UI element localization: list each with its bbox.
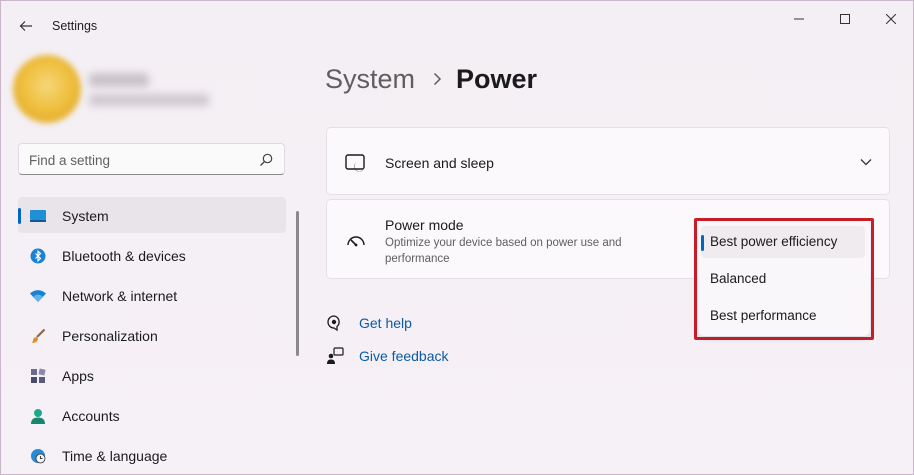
globe-clock-icon (29, 447, 47, 465)
screen-sleep-icon (345, 152, 367, 174)
sidebar-item-label: System (62, 208, 109, 224)
page-title: Power (456, 63, 538, 94)
profile-name-redacted (89, 73, 149, 87)
chevron-right-icon (433, 72, 442, 86)
search-box[interactable] (18, 143, 285, 175)
active-indicator (18, 208, 21, 224)
sidebar-item-bluetooth[interactable]: Bluetooth & devices (18, 237, 286, 273)
card-title: Power mode (385, 217, 464, 233)
sidebar-item-label: Accounts (62, 408, 120, 424)
sidebar-item-system[interactable]: System (18, 197, 286, 233)
profile-email-redacted (89, 94, 209, 106)
minimize-button[interactable] (776, 7, 822, 31)
bluetooth-icon (29, 247, 47, 265)
option-label: Balanced (710, 271, 767, 286)
breadcrumb-parent[interactable]: System (325, 64, 415, 95)
sidebar-item-label: Bluetooth & devices (62, 248, 186, 264)
maximize-icon (840, 14, 850, 24)
screen-sleep-card[interactable]: Screen and sleep (326, 127, 890, 195)
dropdown-option-best-performance[interactable]: Best performance (701, 300, 865, 332)
sidebar-item-accounts[interactable]: Accounts (18, 397, 286, 433)
back-button[interactable] (13, 13, 39, 39)
sidebar-item-label: Apps (62, 368, 94, 384)
get-help-link[interactable]: Get help (326, 313, 412, 333)
give-feedback-label[interactable]: Give feedback (359, 348, 449, 364)
get-help-label[interactable]: Get help (359, 315, 412, 331)
accounts-icon (29, 407, 47, 425)
maximize-button[interactable] (822, 7, 868, 31)
power-mode-dropdown[interactable]: Best power efficiency Balanced Best perf… (698, 222, 870, 336)
search-input[interactable] (29, 150, 249, 170)
wifi-icon (29, 287, 47, 305)
give-feedback-link[interactable]: Give feedback (326, 346, 449, 366)
app-title: Settings (52, 19, 98, 33)
sidebar-item-label: Time & language (62, 448, 168, 464)
breadcrumb: System Power (325, 59, 537, 99)
dropdown-option-balanced[interactable]: Balanced (701, 263, 865, 295)
search-icon[interactable] (258, 152, 274, 168)
card-title: Screen and sleep (385, 155, 494, 171)
sidebar-item-apps[interactable]: Apps (18, 357, 286, 393)
chevron-down-icon[interactable] (859, 155, 873, 169)
gauge-icon (345, 230, 367, 252)
sidebar-nav: System Bluetooth & devices Network & int… (18, 197, 286, 475)
avatar[interactable] (13, 55, 81, 123)
dropdown-option-best-power-efficiency[interactable]: Best power efficiency (701, 226, 865, 258)
selected-indicator (701, 235, 704, 251)
close-icon (886, 14, 896, 24)
apps-icon (29, 367, 47, 385)
brush-icon (29, 327, 47, 345)
card-description: Optimize your device based on power use … (385, 237, 622, 265)
back-arrow-icon (19, 21, 32, 31)
feedback-icon (326, 347, 344, 365)
settings-window: Settings System (0, 0, 914, 475)
sidebar-item-time-language[interactable]: Time & language (18, 437, 286, 473)
option-label: Best power efficiency (710, 234, 838, 249)
sidebar-item-network[interactable]: Network & internet (18, 277, 286, 313)
close-button[interactable] (868, 7, 914, 31)
help-icon (326, 314, 344, 332)
sidebar-scrollbar[interactable] (296, 211, 299, 356)
option-label: Best performance (710, 308, 817, 323)
sidebar-item-personalization[interactable]: Personalization (18, 317, 286, 353)
sidebar-item-label: Network & internet (62, 288, 178, 304)
title-bar: Settings (1, 1, 913, 49)
system-icon (29, 207, 47, 225)
sidebar-item-label: Personalization (62, 328, 158, 344)
minimize-icon (794, 18, 804, 20)
